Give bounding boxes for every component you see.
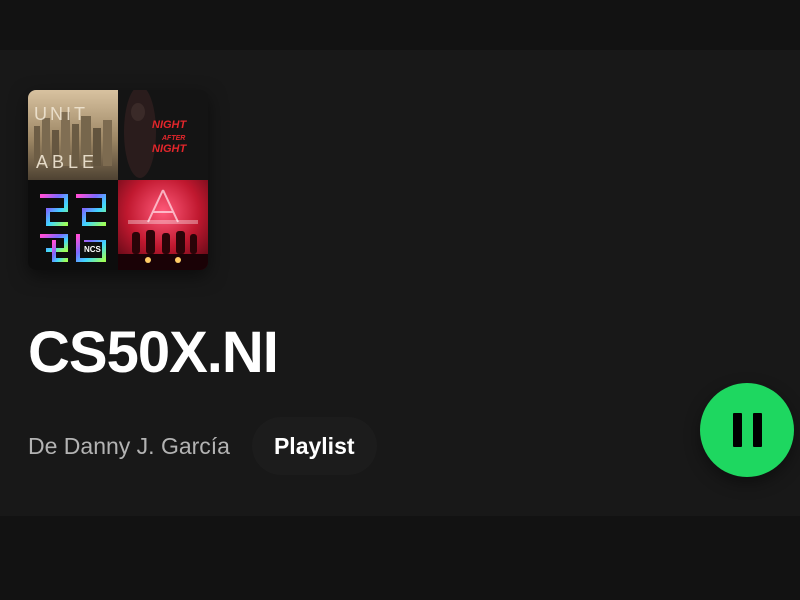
svg-text:NIGHT: NIGHT	[152, 143, 188, 155]
top-bar	[0, 0, 800, 50]
play-pause-button[interactable]	[700, 383, 794, 477]
svg-text:UNIT: UNIT	[34, 104, 88, 124]
playlist-cover-mosaic[interactable]: UNIT ABLE NIGHT AFTER NIGHT NCS	[28, 90, 208, 270]
album-cover-unitable: UNIT ABLE	[28, 90, 118, 180]
playlist-type-label: Playlist	[273, 432, 355, 459]
album-cover-night-after-night-art: NIGHT AFTER NIGHT	[118, 90, 208, 180]
playlist-meta-row: De Danny J. García Playlist	[28, 416, 377, 476]
svg-text:AFTER: AFTER	[161, 135, 185, 142]
svg-text:NCS: NCS	[84, 245, 102, 254]
album-cover-ncs: NCS	[28, 180, 118, 270]
playlist-title: CS50X.NI	[28, 320, 279, 385]
pause-icon	[732, 413, 762, 447]
bottom-area	[0, 516, 800, 600]
svg-text:NIGHT: NIGHT	[152, 119, 188, 131]
pause-icon-bar-right	[752, 413, 762, 447]
playlist-header-card: UNIT ABLE NIGHT AFTER NIGHT NCS CS50X.NI…	[0, 50, 800, 516]
album-cover-night-after-night: NIGHT AFTER NIGHT	[118, 90, 208, 180]
pause-icon-bar-left	[732, 413, 742, 447]
album-cover-ncs-art: NCS	[28, 180, 118, 270]
album-cover-axwell-ingrosso-art	[118, 180, 208, 270]
album-cover-axwell-ingrosso	[118, 180, 208, 270]
playlist-type-badge[interactable]: Playlist	[251, 417, 377, 475]
svg-text:ABLE: ABLE	[36, 152, 98, 172]
album-cover-unitable-art: UNIT ABLE	[28, 90, 118, 180]
playlist-owner[interactable]: De Danny J. García	[28, 433, 230, 460]
